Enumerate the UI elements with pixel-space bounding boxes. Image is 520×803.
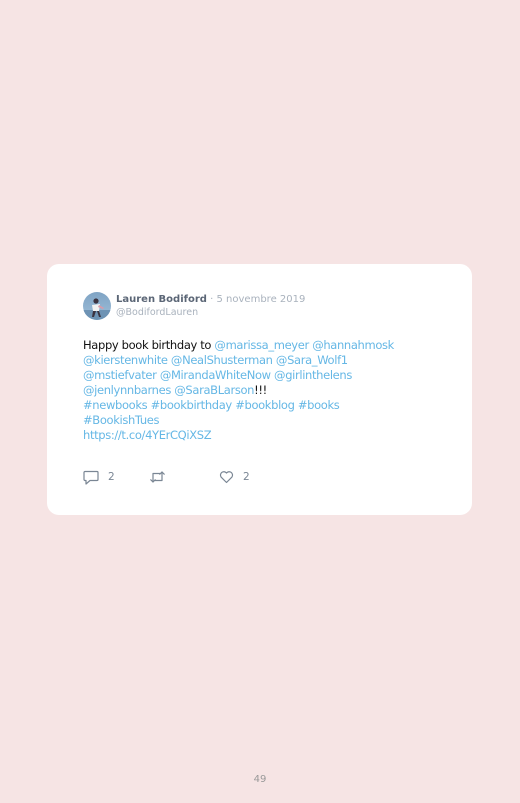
mention-link[interactable]: @jenlynnbarnes [83,383,171,397]
mention-link[interactable]: @mstiefvater [83,368,157,382]
tweet-actions: 2 2 [83,469,383,485]
reply-icon[interactable] [83,470,99,485]
mention-link[interactable]: @girlinthelens [274,368,352,382]
reply-action[interactable]: 2 [83,469,115,485]
tweet-text-line: @mstiefvater @MirandaWhiteNow @girlinthe… [83,368,433,383]
mention-link[interactable]: @MirandaWhiteNow [160,368,271,382]
page-number: 49 [253,774,267,785]
tweet-text-line: @jenlynnbarnes @SaraBLarson!!! [83,383,433,398]
like-count: 2 [243,471,250,483]
mention-link[interactable]: @hannahmosk [312,338,394,352]
tweet-text-segment: !!! [254,383,267,397]
tweet-text-line: @kierstenwhite @NealShusterman @Sara_Wol… [83,353,433,368]
tweet-card: Lauren Bodiford · 5 novembre 2019 @Bodif… [47,264,472,515]
tweet-text-segment: Happy book birthday to [83,338,215,352]
tweet-text-line: Happy book birthday to @marissa_meyer @h… [83,338,433,353]
tweet-author-line: Lauren Bodiford · 5 novembre 2019 [116,293,305,306]
avatar[interactable] [83,292,111,320]
mention-link[interactable]: @Sara_Wolf1 [276,353,348,367]
mention-link[interactable]: @marissa_meyer [214,338,309,352]
author-name[interactable]: Lauren Bodiford [116,294,207,305]
retweet-action[interactable] [149,469,166,485]
mention-link[interactable]: @NealShusterman [171,353,273,367]
mention-link[interactable]: @kierstenwhite [83,353,168,367]
tweet-text-line: https://t.co/4YErCQiXSZ [83,428,433,443]
tweet-text-line: #BookishTues [83,413,433,428]
hashtag-link[interactable]: #bookblog [235,398,295,412]
tweet-text-line: #newbooks #bookbirthday #bookblog #books [83,398,433,413]
author-handle[interactable]: @BodifordLauren [116,307,198,319]
reply-count: 2 [108,471,115,483]
meta-separator: · [210,294,214,305]
heart-icon[interactable] [219,470,234,484]
retweet-icon[interactable] [149,470,166,484]
hashtag-link[interactable]: #newbooks [83,398,148,412]
hashtag-link[interactable]: #BookishTues [83,413,160,427]
hashtag-link[interactable]: #books [298,398,340,412]
like-action[interactable]: 2 [219,469,250,485]
mention-link[interactable]: @SaraBLarson [174,383,254,397]
tweet-text: Happy book birthday to @marissa_meyer @h… [83,338,433,443]
hashtag-link[interactable]: #bookbirthday [151,398,233,412]
url-link[interactable]: https://t.co/4YErCQiXSZ [83,428,212,442]
tweet-date[interactable]: 5 novembre 2019 [217,294,306,305]
